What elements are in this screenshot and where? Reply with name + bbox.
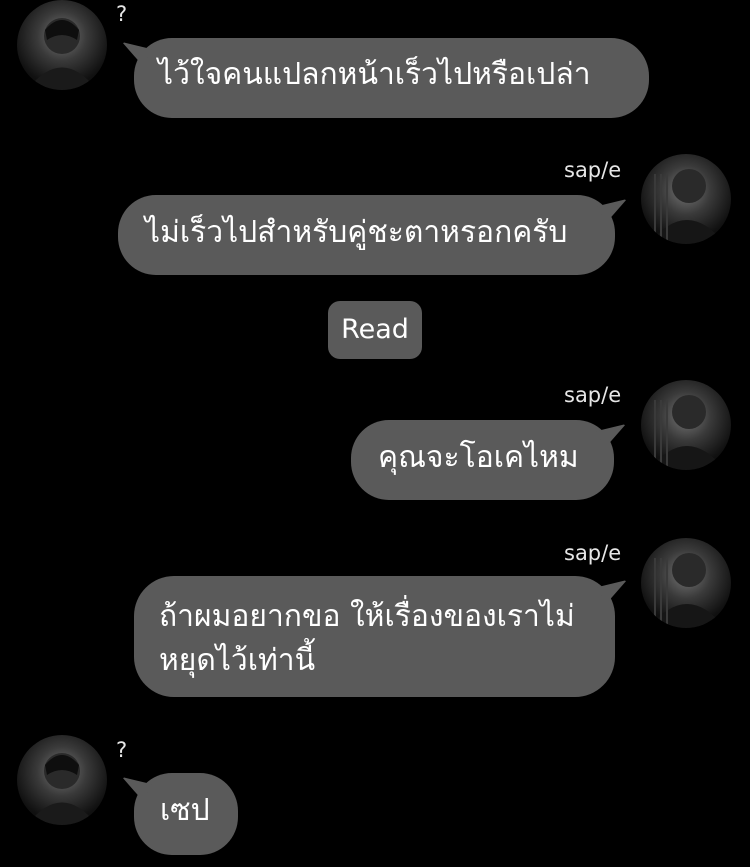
sender-name: sap/e	[564, 158, 622, 182]
message-bubble[interactable]: เซป	[134, 773, 238, 855]
message-bubble[interactable]: ไว้ใจคนแปลกหน้าเร็วไปหรือเปล่า	[134, 38, 649, 118]
message-text-line: หยุดไว้เท่านี้	[159, 643, 316, 678]
sender-name: sap/e	[564, 541, 622, 565]
message-text: เซป	[160, 793, 210, 828]
sender-name: ?	[116, 2, 128, 26]
person-avatar-icon	[649, 169, 725, 244]
message-text: ไว้ใจคนแปลกหน้าเร็วไปหรือเปล่า	[158, 57, 591, 92]
message-text: ไม่เร็วไปสำหรับคู่ชะตาหรอกครับ	[145, 215, 568, 250]
contact-avatar-sape[interactable]	[641, 380, 731, 470]
sender-name: sap/e	[564, 383, 622, 407]
person-avatar-icon	[649, 395, 725, 470]
message-bubble[interactable]: ไม่เร็วไปสำหรับคู่ชะตาหรอกครับ	[118, 195, 615, 275]
sender-name: ?	[116, 738, 128, 762]
person-avatar-icon	[649, 553, 725, 628]
message-bubble[interactable]: คุณจะโอเคไหม	[351, 420, 614, 500]
message-bubble[interactable]: ถ้าผมอยากขอ ให้เรื่องของเราไม่ หยุดไว้เท…	[134, 576, 615, 697]
contact-avatar-unknown[interactable]	[17, 0, 107, 90]
message-text: คุณจะโอเคไหม	[378, 440, 579, 475]
message-text-line: ถ้าผมอยากขอ ให้เรื่องของเราไม่	[159, 599, 575, 634]
person-avatar-icon	[27, 753, 97, 825]
contact-avatar-unknown[interactable]	[17, 735, 107, 825]
read-receipt-badge: Read	[328, 301, 422, 359]
person-avatar-icon	[27, 18, 97, 90]
contact-avatar-sape[interactable]	[641, 538, 731, 628]
contact-avatar-sape[interactable]	[641, 154, 731, 244]
